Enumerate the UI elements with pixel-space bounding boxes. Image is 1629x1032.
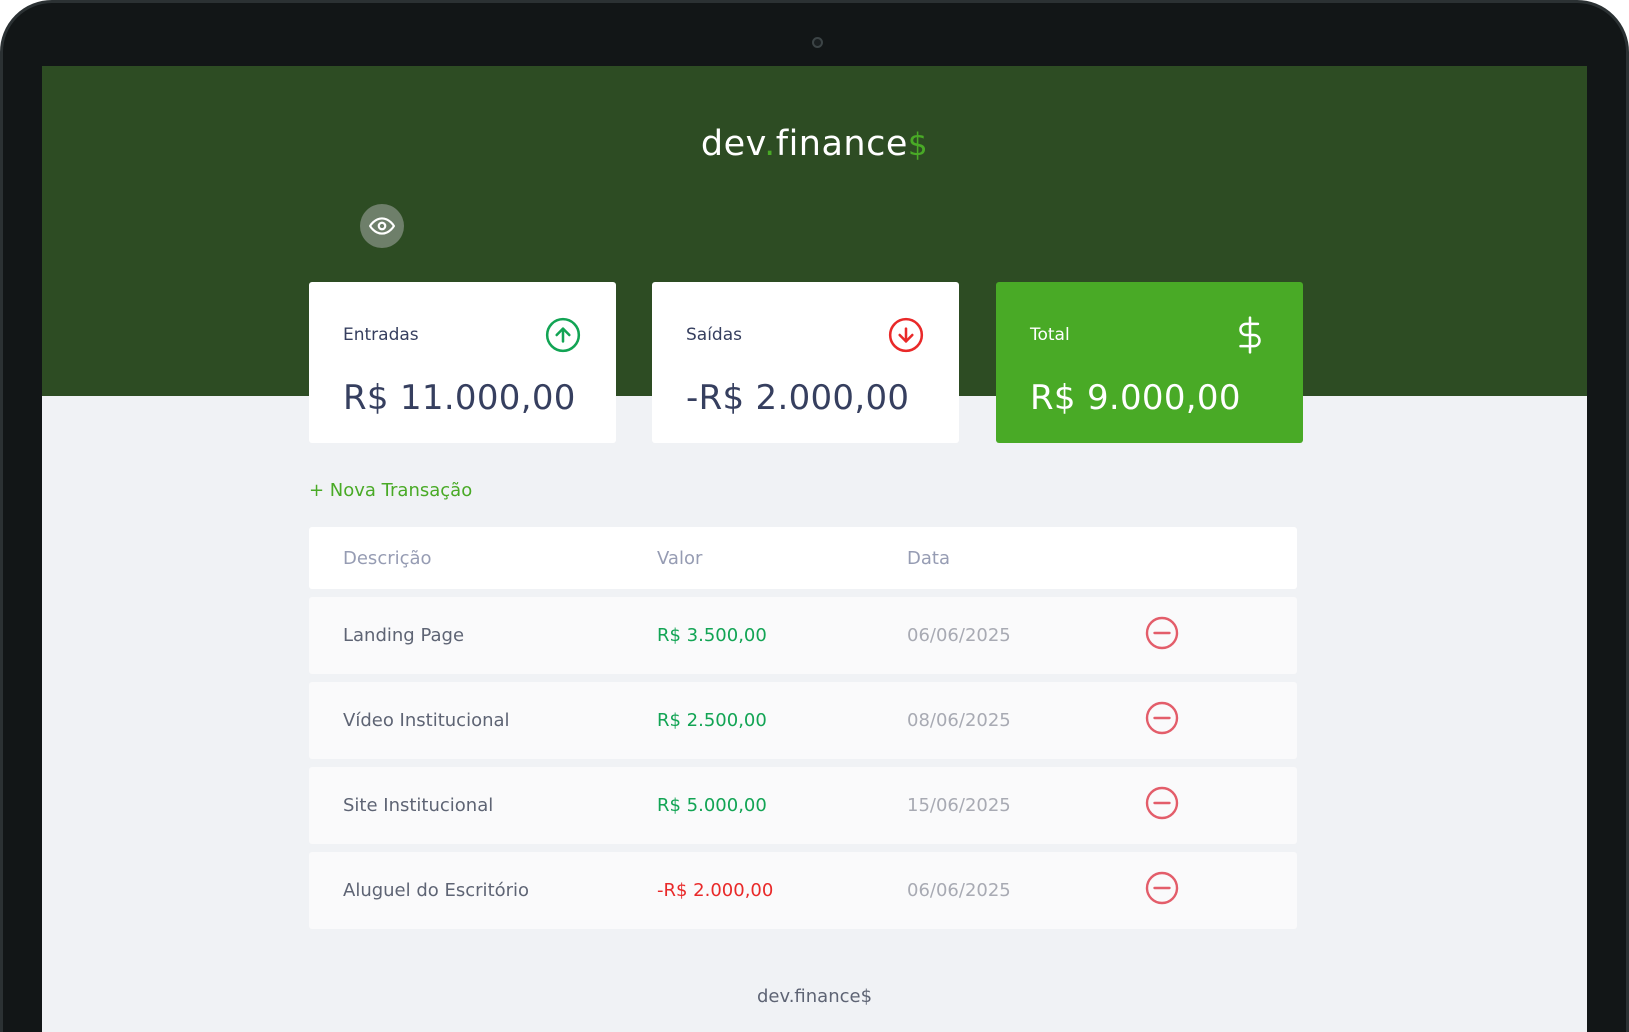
card-total: Total R$ 9.000,00 — [996, 282, 1303, 443]
transactions-table: Descrição Valor Data Landing Page R$ 3.5… — [309, 527, 1297, 929]
row-date: 08/06/2025 — [907, 710, 1011, 731]
card-income-value: R$ 11.000,00 — [343, 378, 576, 418]
arrow-up-circle-icon — [545, 317, 581, 353]
table-header: Descrição Valor Data — [309, 527, 1297, 589]
table-row: Landing Page R$ 3.500,00 06/06/2025 — [309, 597, 1297, 674]
row-date: 06/06/2025 — [907, 625, 1011, 646]
header-date: Data — [907, 547, 950, 569]
new-transaction-link[interactable]: + Nova Transação — [309, 480, 472, 501]
card-expense-title: Saídas — [686, 325, 742, 345]
logo-rest: finance — [775, 124, 908, 164]
remove-transaction-button[interactable] — [1144, 615, 1180, 651]
row-actions — [1145, 871, 1297, 906]
table-row: Site Institucional R$ 5.000,00 15/06/202… — [309, 767, 1297, 844]
card-expense: Saídas -R$ 2.000,00 — [652, 282, 959, 443]
minus-circle-icon — [1145, 701, 1179, 734]
row-value: R$ 2.500,00 — [657, 710, 767, 731]
row-actions — [1145, 616, 1297, 651]
table-row: Vídeo Institucional R$ 2.500,00 08/06/20… — [309, 682, 1297, 759]
row-date: 15/06/2025 — [907, 795, 1011, 816]
row-date: 06/06/2025 — [907, 880, 1011, 901]
row-actions — [1145, 786, 1297, 821]
app-screen: dev.finance$ Entradas R$ 11.000,00 Saída… — [42, 66, 1587, 1032]
logo: dev.finance$ — [42, 124, 1587, 164]
remove-transaction-button[interactable] — [1144, 700, 1180, 736]
row-value: -R$ 2.000,00 — [657, 880, 774, 901]
minus-circle-icon — [1145, 786, 1179, 819]
logo-dot: . — [764, 124, 776, 164]
row-value: R$ 5.000,00 — [657, 795, 767, 816]
row-actions — [1145, 701, 1297, 736]
minus-circle-icon — [1145, 871, 1179, 904]
row-description: Landing Page — [343, 625, 465, 646]
toggle-visibility-button[interactable] — [360, 204, 404, 248]
card-total-title: Total — [1030, 325, 1070, 345]
row-value: R$ 3.500,00 — [657, 625, 767, 646]
camera-icon — [812, 37, 823, 48]
footer-text: dev.finance$ — [756, 986, 873, 1007]
remove-transaction-button[interactable] — [1144, 785, 1180, 821]
card-total-value: R$ 9.000,00 — [1030, 378, 1241, 418]
header-value: Valor — [657, 547, 703, 569]
logo-main: dev — [700, 124, 765, 164]
header-description: Descrição — [343, 547, 432, 569]
row-description: Site Institucional — [343, 795, 494, 816]
logo-dollar: $ — [907, 127, 929, 163]
minus-circle-icon — [1145, 616, 1179, 649]
eye-icon — [369, 217, 395, 235]
row-description: Vídeo Institucional — [343, 710, 510, 731]
table-row: Aluguel do Escritório -R$ 2.000,00 06/06… — [309, 852, 1297, 929]
card-income-title: Entradas — [343, 325, 419, 345]
card-expense-value: -R$ 2.000,00 — [686, 378, 910, 418]
arrow-down-circle-icon — [888, 317, 924, 353]
remove-transaction-button[interactable] — [1144, 870, 1180, 906]
dollar-icon — [1239, 316, 1261, 354]
row-description: Aluguel do Escritório — [343, 880, 530, 901]
card-income: Entradas R$ 11.000,00 — [309, 282, 616, 443]
